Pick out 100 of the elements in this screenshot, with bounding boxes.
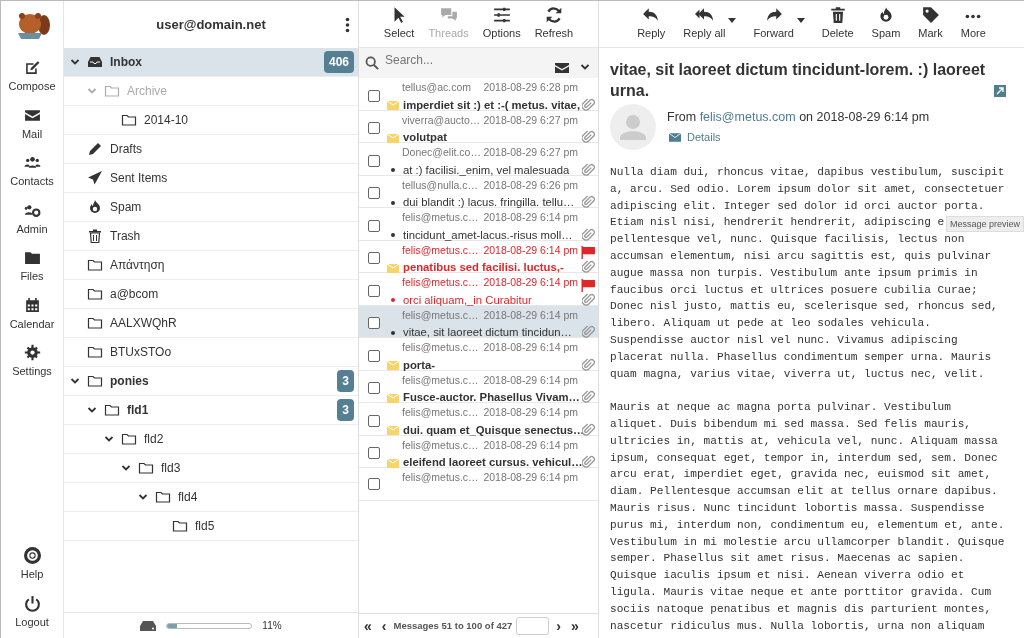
sender-email-link[interactable]: felis@metus.com bbox=[699, 110, 796, 124]
page-number-field[interactable] bbox=[516, 617, 550, 635]
toolbar-button[interactable]: Options bbox=[475, 4, 528, 44]
nav-button[interactable]: Contacts bbox=[2, 150, 62, 194]
toolbar-button[interactable]: Refresh bbox=[527, 4, 581, 44]
nav-button[interactable]: Logout bbox=[2, 590, 62, 634]
open-external-icon[interactable] bbox=[994, 85, 1006, 97]
chevron-icon[interactable] bbox=[70, 57, 80, 67]
message-text-line: ligula. Mauris vitae neque et ante porttitor gravida. Cum bbox=[610, 584, 992, 600]
toolbar-button[interactable]: Spam bbox=[864, 4, 908, 44]
last-page-button[interactable]: » bbox=[567, 619, 582, 633]
checkbox[interactable] bbox=[368, 154, 380, 167]
search-field[interactable]: Search... bbox=[383, 48, 550, 78]
message-row[interactable]: felis@metus.c… 2018-08-29 6:14 pm penatibus sed facilisi. luctus,- bbox=[359, 240, 598, 273]
message-text-line: augue massa non turpis. Vestibulum ante ipsum primis in bbox=[610, 265, 978, 281]
toolbar-button[interactable]: Forward bbox=[746, 4, 801, 44]
folder-item[interactable]: fld5 bbox=[64, 512, 358, 541]
checkbox[interactable] bbox=[368, 349, 380, 362]
checkbox[interactable] bbox=[368, 317, 380, 330]
folder-item[interactable]: Sent Items bbox=[64, 164, 358, 193]
nav-button[interactable]: Compose bbox=[2, 55, 62, 99]
checkbox[interactable] bbox=[368, 219, 380, 232]
search-box[interactable]: Search... bbox=[359, 48, 598, 78]
caret-icon[interactable] bbox=[728, 18, 737, 24]
message-text-line: sociis natoque penatibus et magnis dis parturient montes, bbox=[610, 601, 992, 617]
message-row[interactable]: tellus@ac.com 2018-08-29 6:28 pm imperdiet sit :) et :-( metus. vitae, bbox=[359, 78, 598, 111]
message-row[interactable]: felis@metus.c… 2018-08-29 6:14 pm tincidunt_amet-lacus.-risus moll… bbox=[359, 208, 598, 241]
flag-icon[interactable] bbox=[580, 278, 596, 292]
message-row[interactable]: felis@metus.c… 2018-08-29 6:14 pm porta- bbox=[359, 338, 598, 371]
checkbox[interactable] bbox=[368, 447, 380, 460]
nav-button[interactable]: Help bbox=[2, 543, 62, 587]
folder-item[interactable]: Drafts bbox=[64, 135, 358, 164]
checkbox[interactable] bbox=[368, 122, 380, 135]
folder-item[interactable]: ponies 3 bbox=[64, 367, 358, 396]
toolbar-button[interactable]: More bbox=[953, 4, 993, 44]
flag-icon[interactable] bbox=[580, 246, 596, 260]
toolbar-button[interactable]: Delete bbox=[814, 4, 861, 44]
message-row[interactable]: felis@metus.c… 2018-08-29 6:14 pm vitae, sit laoreet dictum tincidun… bbox=[359, 305, 598, 338]
message-sender: felis@metus.c… bbox=[402, 307, 479, 323]
message-date: 2018-08-29 6:14 pm bbox=[483, 210, 578, 225]
chevron-icon[interactable] bbox=[104, 434, 114, 444]
checkbox[interactable] bbox=[368, 414, 380, 427]
nav-button[interactable]: Calendar bbox=[2, 292, 62, 336]
message-text-line: Quisque iaculis ipsum et nisi. Aenean viverra odio et bbox=[610, 568, 965, 584]
message-row[interactable]: felis@metus.c… 2018-08-29 6:14 pm dui. quam et_Quisque senectus… bbox=[359, 403, 598, 436]
folder-item[interactable]: Trash bbox=[64, 222, 358, 251]
message-text-line: quam magna, varius vitae, viverra ut, luctus nec, velit. bbox=[610, 366, 985, 382]
message-date: 2018-08-29 6:14 pm bbox=[483, 405, 578, 420]
chevron-icon[interactable] bbox=[580, 62, 590, 72]
folder-item[interactable]: Απάντηση bbox=[64, 251, 358, 280]
message-sender: tellus@nulla.c… bbox=[402, 177, 479, 193]
previous-page-button[interactable]: ‹ bbox=[378, 619, 390, 633]
message-row[interactable]: viverra@aucto… 2018-08-29 6:27 pm volutpat bbox=[359, 110, 598, 143]
first-page-button[interactable]: « bbox=[361, 619, 375, 633]
toolbar-button[interactable]: Select bbox=[376, 4, 422, 44]
message-row[interactable]: felis@metus.c… 2018-08-29 6:14 pm Fusce-auctor. Phasellus Vivam… bbox=[359, 370, 598, 403]
folder-item[interactable]: Spam bbox=[64, 193, 358, 222]
chevron-icon[interactable] bbox=[70, 376, 80, 386]
message-text-line: ipsum, consequat eget, tempor in, interdum sed, sem. Donec bbox=[610, 450, 998, 466]
toolbar-button[interactable]: Mark bbox=[911, 4, 950, 44]
folder-item[interactable]: fld3 bbox=[64, 454, 358, 483]
count-badge: 3 bbox=[337, 370, 354, 392]
checkbox[interactable] bbox=[368, 382, 380, 395]
message-row[interactable]: felis@metus.c… 2018-08-29 6:14 pm orci aliquam,_in Curabitur bbox=[359, 273, 598, 306]
details-link[interactable]: Details bbox=[669, 128, 721, 146]
checkbox[interactable] bbox=[368, 284, 380, 297]
next-page-button[interactable]: › bbox=[553, 619, 564, 633]
caret-icon[interactable] bbox=[796, 18, 805, 24]
nav-button[interactable]: Mail bbox=[2, 102, 62, 146]
message-row[interactable]: Donec@elit.co… 2018-08-29 6:27 pm at :) facilisi._enim, vel malesuada bbox=[359, 143, 598, 176]
checkbox[interactable] bbox=[368, 89, 380, 102]
folder-item[interactable]: BTUxSTOo bbox=[64, 338, 358, 367]
checkbox[interactable] bbox=[368, 477, 380, 490]
folder-item[interactable]: a@bcom bbox=[64, 280, 358, 309]
folder-item[interactable]: Inbox 406 bbox=[64, 48, 358, 77]
chevron-icon[interactable] bbox=[121, 463, 131, 473]
folder-icon bbox=[171, 518, 189, 534]
message-text-line: aliquet. Duis bibendum mi sed massa. Sed felis mauris, bbox=[610, 416, 971, 432]
checkbox[interactable] bbox=[368, 252, 380, 265]
folder-item[interactable]: fld1 3 bbox=[64, 396, 358, 425]
checkbox[interactable] bbox=[368, 187, 380, 200]
folder-item[interactable]: fld4 bbox=[64, 483, 358, 512]
message-date: 2018-08-29 6:27 pm bbox=[483, 112, 578, 128]
folder-icon bbox=[103, 83, 121, 99]
toolbar-button[interactable]: Reply bbox=[630, 4, 673, 44]
account-name: user@domain.net bbox=[156, 15, 266, 34]
kebab-menu-icon[interactable] bbox=[345, 16, 350, 33]
chevron-icon[interactable] bbox=[138, 492, 148, 502]
nav-button[interactable]: Files bbox=[2, 245, 62, 289]
power-icon bbox=[23, 594, 41, 612]
nav-button[interactable]: Settings bbox=[2, 340, 62, 384]
folder-item[interactable]: fld2 bbox=[64, 425, 358, 454]
message-row[interactable]: felis@metus.c… 2018-08-29 6:14 pm eleifend laoreet cursus. vehicul… bbox=[359, 435, 598, 468]
nav-button[interactable]: Admin bbox=[2, 197, 62, 241]
envelope-icon bbox=[554, 60, 570, 76]
message-row[interactable]: tellus@nulla.c… 2018-08-29 6:26 pm dui blandit :) lacus. fringilla. tellu… bbox=[359, 175, 598, 208]
folder-item[interactable]: AALXWQhR bbox=[64, 309, 358, 338]
chevron-icon[interactable] bbox=[87, 405, 97, 415]
toolbar-button[interactable]: Reply all bbox=[676, 4, 733, 44]
message-row[interactable]: felis@metus.c… 2018-08-29 6:14 pm bbox=[359, 468, 598, 501]
